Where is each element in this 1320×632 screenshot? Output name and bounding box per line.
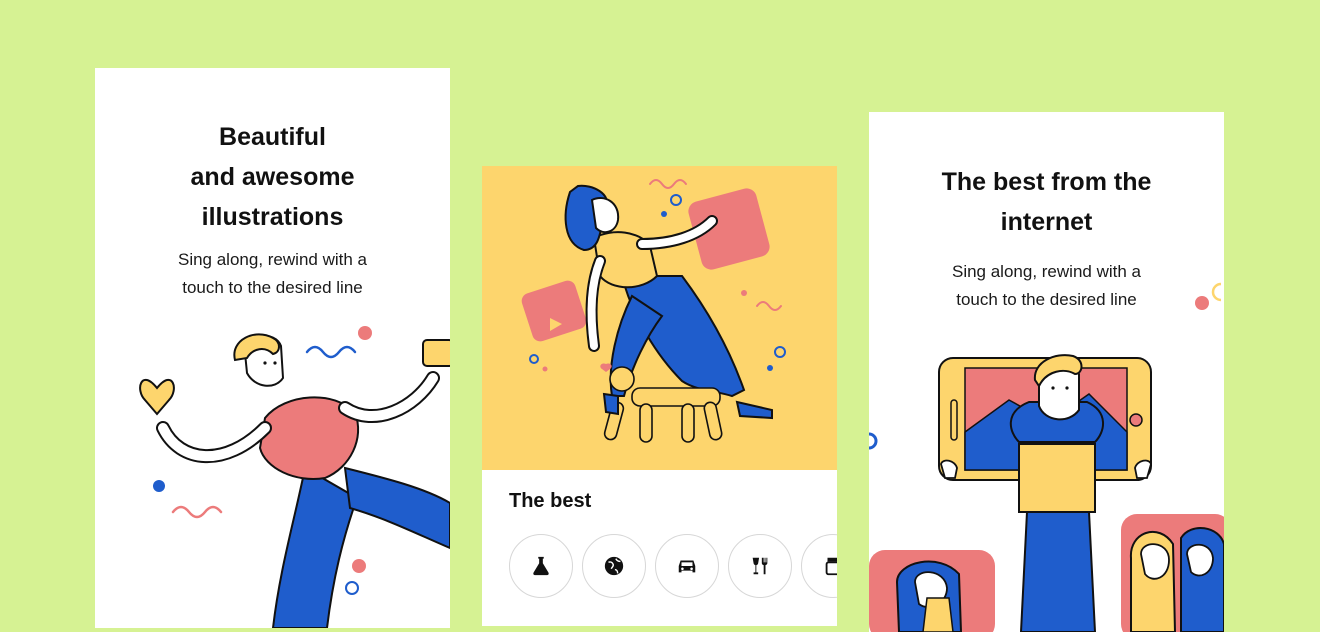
subtitle-line: Sing along, rewind with a bbox=[177, 250, 367, 269]
card-title: The best from the internet bbox=[869, 162, 1224, 242]
category-icon-row bbox=[509, 534, 837, 598]
category-button-food[interactable] bbox=[728, 534, 792, 598]
traveler-phone-illustration bbox=[869, 282, 1224, 632]
title-line: internet bbox=[1000, 208, 1093, 236]
car-icon bbox=[678, 560, 696, 573]
title-line: The best from the bbox=[941, 168, 1152, 196]
running-person-illustration bbox=[139, 326, 450, 628]
title-line: illustrations bbox=[201, 203, 344, 231]
title-line: Beautiful bbox=[219, 123, 326, 151]
category-button-more[interactable] bbox=[801, 534, 837, 598]
flask-icon bbox=[533, 556, 549, 576]
subtitle-line: touch to the desired line bbox=[182, 278, 363, 297]
section-heading: The best bbox=[509, 490, 592, 512]
jar-icon bbox=[825, 557, 837, 576]
floating-person-illustration bbox=[521, 179, 786, 443]
category-button-science[interactable] bbox=[509, 534, 573, 598]
title-line: and awesome bbox=[190, 163, 355, 191]
category-button-cars[interactable] bbox=[655, 534, 719, 598]
category-button-travel[interactable] bbox=[582, 534, 646, 598]
card-title: Beautiful and awesome illustrations bbox=[95, 117, 450, 237]
card-beautiful-illustrations: Beautiful and awesome illustrations Sing… bbox=[95, 68, 450, 628]
hero-illustration-panel bbox=[482, 166, 837, 470]
card-subtitle: Sing along, rewind with a touch to the d… bbox=[95, 246, 450, 302]
card-the-best: The best bbox=[482, 166, 837, 626]
food-icon bbox=[752, 557, 768, 575]
globe-icon bbox=[604, 556, 624, 576]
card-best-from-internet: The best from the internet Sing along, r… bbox=[869, 112, 1224, 632]
